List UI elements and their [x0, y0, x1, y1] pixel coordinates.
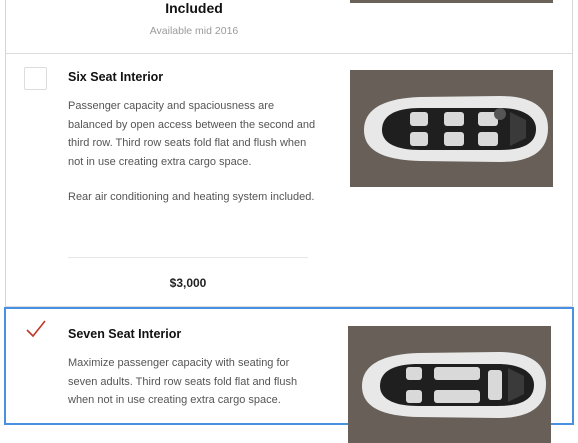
- option-card-previous: Included Available mid 2016: [6, 0, 572, 53]
- option-description: Passenger capacity and spaciousness are …: [68, 100, 316, 168]
- included-label: Included: [165, 0, 223, 16]
- option-note: Rear air conditioning and heating system…: [68, 191, 315, 203]
- price-divider: [68, 257, 308, 258]
- previous-option-image: [350, 0, 553, 3]
- option-title: Six Seat Interior: [68, 70, 164, 84]
- option-title: Seven Seat Interior: [68, 327, 182, 341]
- option-description: Maximize passenger capacity with seating…: [68, 357, 298, 406]
- availability-note: Available mid 2016: [149, 25, 239, 37]
- car-top-view-image: [350, 70, 553, 187]
- option-card-six-seat[interactable]: Six Seat Interior Passenger capacity and…: [6, 54, 572, 306]
- check-icon[interactable]: [24, 317, 48, 341]
- six-seat-checkbox[interactable]: [24, 67, 47, 90]
- car-top-view-image: [348, 326, 551, 443]
- option-price: $3,000: [169, 276, 207, 290]
- option-card-seven-seat[interactable]: Seven Seat Interior Maximize passenger c…: [4, 307, 574, 443]
